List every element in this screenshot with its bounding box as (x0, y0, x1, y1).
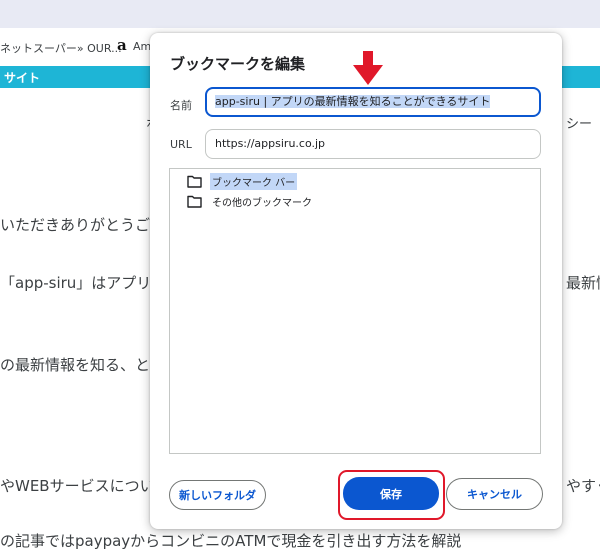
name-input-value: app-siru | アプリの最新情報を知ることができるサイト (215, 95, 491, 108)
annotation-arrow-down-icon (353, 51, 383, 85)
save-button[interactable]: 保存 (343, 477, 439, 510)
folder-tree[interactable]: ブックマーク バー その他のブックマーク (169, 168, 541, 454)
name-label: 名前 (170, 99, 192, 112)
amazon-logo-icon: a (117, 36, 127, 54)
nav-item-right[interactable]: シー (566, 113, 592, 132)
folder-icon (187, 175, 202, 188)
bookmark-item-netsuper[interactable]: ネットスーパー» OUR... (0, 40, 122, 56)
folder-label: ブックマーク バー (210, 172, 298, 190)
folder-icon (187, 195, 202, 208)
article-line-2: 「app-siru」はアプリ (0, 274, 152, 292)
article-line-2-right: 最新情報 (566, 274, 600, 292)
article-line-4: やWEBサービスについ (0, 477, 155, 495)
url-label: URL (170, 138, 192, 151)
bookmark-item-amazon[interactable]: Am (133, 40, 151, 53)
folder-item-other-bookmarks[interactable]: その他のブックマーク (187, 192, 314, 210)
new-folder-button[interactable]: 新しいフォルダ (169, 480, 266, 510)
folder-label: その他のブックマーク (212, 197, 312, 209)
article-line-1: いただきありがとうご (0, 216, 151, 234)
edit-bookmark-dialog: ブックマークを編集 名前 app-siru | アプリの最新情報を知ることができ… (150, 33, 562, 529)
article-line-4-right: やすく (566, 477, 600, 495)
url-input-value: https://appsiru.co.jp (215, 137, 326, 150)
folder-item-bookmarks-bar[interactable]: ブックマーク バー (187, 172, 298, 190)
name-input[interactable]: app-siru | アプリの最新情報を知ることができるサイト (205, 87, 541, 117)
url-input[interactable]: https://appsiru.co.jp (205, 129, 541, 159)
article-line-3: の最新情報を知る、とい (0, 356, 166, 374)
site-header-text: サイト (4, 71, 41, 85)
browser-tab-strip (0, 0, 600, 28)
dialog-title: ブックマークを編集 (170, 55, 306, 73)
cancel-button[interactable]: キャンセル (446, 478, 543, 510)
